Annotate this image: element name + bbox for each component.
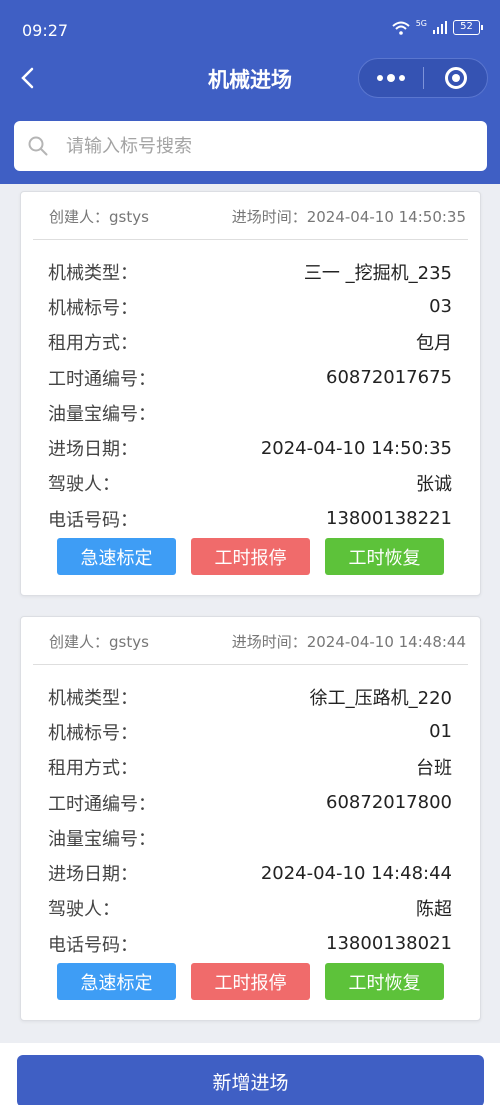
hour-resume-button[interactable]: 工时恢复 [325, 963, 444, 1000]
row-value: 台班 [416, 758, 452, 780]
detail-list: 机械类型： 三一 _挖掘机_235 机械标号： 03 租用方式： 包月 工时通编号： 6… [48, 254, 452, 536]
row-value: 01 [429, 721, 452, 743]
row-value: 13800138021 [326, 933, 452, 955]
entry-time: 进场时间：2024-04-10 14:50:35 [231, 208, 466, 226]
row-phone: 电话号码： 13800138021 [48, 926, 452, 961]
row-value: 徐工_压路机_220 [309, 687, 452, 709]
footer: 新增进场 [0, 1043, 500, 1105]
status-icons: 5G 52 [392, 18, 483, 35]
detail-list: 机械类型： 徐工_压路机_220 机械标号： 01 租用方式： 台班 工时通编号： 60… [48, 679, 452, 961]
search-icon [28, 136, 48, 156]
row-label: 油量宝编号： [48, 403, 156, 425]
row-rent-mode: 租用方式： 包月 [48, 325, 452, 360]
machine-card: 创建人：gstys 进场时间：2024-04-10 14:48:44 机械类型：… [20, 616, 481, 1021]
more-icon[interactable] [359, 59, 423, 97]
row-fuel-meter-id: 油量宝编号： [48, 395, 452, 430]
search-input[interactable] [66, 135, 446, 157]
row-value: 2024-04-10 14:50:35 [260, 437, 452, 459]
add-entry-button[interactable]: 新增进场 [17, 1055, 484, 1105]
row-driver: 驾驶人： 张诚 [48, 466, 452, 501]
battery-icon: 52 [453, 20, 483, 35]
row-phone: 电话号码： 13800138221 [48, 501, 452, 536]
row-rent-mode: 租用方式： 台班 [48, 750, 452, 785]
row-label: 租用方式： [48, 333, 138, 355]
row-hour-meter-id: 工时通编号： 60872017675 [48, 360, 452, 395]
hour-stop-button[interactable]: 工时报停 [191, 538, 310, 575]
row-fuel-meter-id: 油量宝编号： [48, 820, 452, 855]
signal-label: 5G [415, 18, 427, 28]
wifi-icon [392, 21, 410, 35]
header: 09:27 5G 52 机械进场 [0, 0, 500, 184]
row-value: 2024-04-10 14:48:44 [260, 862, 452, 884]
row-label: 进场日期： [48, 864, 138, 886]
row-label: 机械标号： [48, 297, 138, 319]
status-bar: 09:27 5G 52 [0, 0, 500, 58]
row-value: 张诚 [416, 474, 452, 496]
row-label: 电话号码： [48, 934, 138, 956]
row-label: 租用方式： [48, 758, 138, 780]
row-label: 工时通编号： [48, 368, 156, 390]
card-header: 创建人：gstys 进场时间：2024-04-10 14:48:44 [33, 617, 468, 665]
battery-level: 52 [460, 21, 473, 32]
row-machine-number: 机械标号： 01 [48, 714, 452, 749]
row-value: 60872017675 [326, 367, 452, 389]
row-value: 陈超 [416, 899, 452, 921]
row-label: 机械类型： [48, 687, 138, 709]
hour-resume-button[interactable]: 工时恢复 [325, 538, 444, 575]
quick-calibrate-button[interactable]: 急速标定 [57, 963, 176, 1000]
signal-icon [433, 21, 447, 34]
card-header: 创建人：gstys 进场时间：2024-04-10 14:50:35 [33, 192, 468, 240]
quick-calibrate-button[interactable]: 急速标定 [57, 538, 176, 575]
row-value: 三一 _挖掘机_235 [303, 262, 452, 284]
row-value: 13800138221 [326, 508, 452, 530]
row-entry-date: 进场日期： 2024-04-10 14:50:35 [48, 430, 452, 465]
entry-time: 进场时间：2024-04-10 14:48:44 [231, 633, 466, 651]
machine-card: 创建人：gstys 进场时间：2024-04-10 14:50:35 机械类型：… [20, 191, 481, 596]
row-label: 电话号码： [48, 509, 138, 531]
row-hour-meter-id: 工时通编号： 60872017800 [48, 785, 452, 820]
creator: 创建人：gstys [49, 633, 149, 651]
row-machine-type: 机械类型： 三一 _挖掘机_235 [48, 254, 452, 289]
row-label: 机械标号： [48, 722, 138, 744]
row-machine-type: 机械类型： 徐工_压路机_220 [48, 679, 452, 714]
card-actions: 急速标定 工时报停 工时恢复 [57, 963, 444, 1000]
close-icon[interactable] [424, 67, 487, 89]
row-machine-number: 机械标号： 03 [48, 289, 452, 324]
row-entry-date: 进场日期： 2024-04-10 14:48:44 [48, 855, 452, 890]
row-label: 油量宝编号： [48, 828, 156, 850]
row-label: 驾驶人： [48, 474, 120, 496]
row-label: 机械类型： [48, 262, 138, 284]
row-label: 工时通编号： [48, 793, 156, 815]
row-label: 进场日期： [48, 439, 138, 461]
status-time: 09:27 [22, 21, 69, 40]
row-label: 驾驶人： [48, 899, 120, 921]
search-bar [14, 121, 487, 171]
mini-program-capsule [358, 58, 488, 98]
row-driver: 驾驶人： 陈超 [48, 891, 452, 926]
card-actions: 急速标定 工时报停 工时恢复 [57, 538, 444, 575]
row-value: 03 [429, 296, 452, 318]
creator: 创建人：gstys [49, 208, 149, 226]
row-value: 60872017800 [326, 792, 452, 814]
nav-bar: 机械进场 [0, 58, 500, 100]
hour-stop-button[interactable]: 工时报停 [191, 963, 310, 1000]
row-value: 包月 [416, 333, 452, 355]
